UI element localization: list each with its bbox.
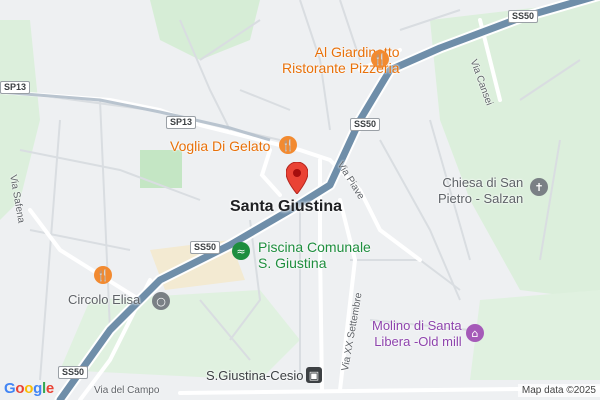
poi-circolo-elisa-label[interactable]: Circolo Elisa [68,292,140,308]
road-shield-ss50: SS50 [190,241,221,254]
place-marker-icon[interactable]: ○ [152,292,170,310]
poi-molino-santa-libera-label[interactable]: Molino di Santa Libera -Old mill [372,318,462,350]
map-data-credit[interactable]: Map data ©2025 [517,384,600,397]
pool-icon[interactable]: ≈ [232,242,250,260]
logo-letter: o [24,380,34,397]
restaurant-icon[interactable]: 🍴 [279,136,297,154]
logo-letter: G [4,380,16,397]
map-canvas[interactable]: SS50 SP13 SP13 SS50 SS50 SS50 Via Cansei… [0,0,600,400]
park-area-southeast [470,290,600,380]
poi-voglia-di-gelato-label[interactable]: Voglia Di Gelato [170,138,270,154]
logo-letter: o [15,380,25,397]
poi-label-line: Molino di Santa [372,318,462,333]
poi-label-line: Piscina Comunale [258,239,371,255]
museum-icon[interactable]: ⌂ [466,324,484,342]
poi-label-line: Libera -Old mill [374,334,462,349]
google-logo: Google [4,380,54,397]
street-label-via-del-campo: Via del Campo [94,385,160,396]
poi-label-line: Chiesa di San [442,175,524,190]
train-station-icon[interactable]: ▣ [306,367,322,383]
road-shield-ss50: SS50 [508,10,539,23]
location-pin-icon[interactable] [286,162,308,194]
restaurant-icon[interactable]: 🍴 [94,266,112,284]
town-label: Santa Giustina [230,198,343,215]
poi-train-station-label[interactable]: S.Giustina-Cesio [206,368,304,384]
road-shield-sp13: SP13 [0,81,31,94]
logo-letter: g [33,380,42,397]
road-shield-ss50: SS50 [58,366,89,379]
park-field [140,150,182,188]
restaurant-icon[interactable]: 🍴 [371,50,389,68]
road-shield-sp13: SP13 [166,116,197,129]
poi-label-line: Pietro - Salzan [438,191,524,206]
road-shield-ss50: SS50 [350,118,381,131]
poi-piscina-comunale-label[interactable]: Piscina Comunale S. Giustina [258,239,371,271]
poi-chiesa-san-pietro-label[interactable]: Chiesa di San Pietro - Salzan [438,175,523,207]
poi-label-line: S. Giustina [258,255,327,271]
logo-letter: e [45,380,54,397]
church-icon[interactable]: ✝ [530,178,548,196]
